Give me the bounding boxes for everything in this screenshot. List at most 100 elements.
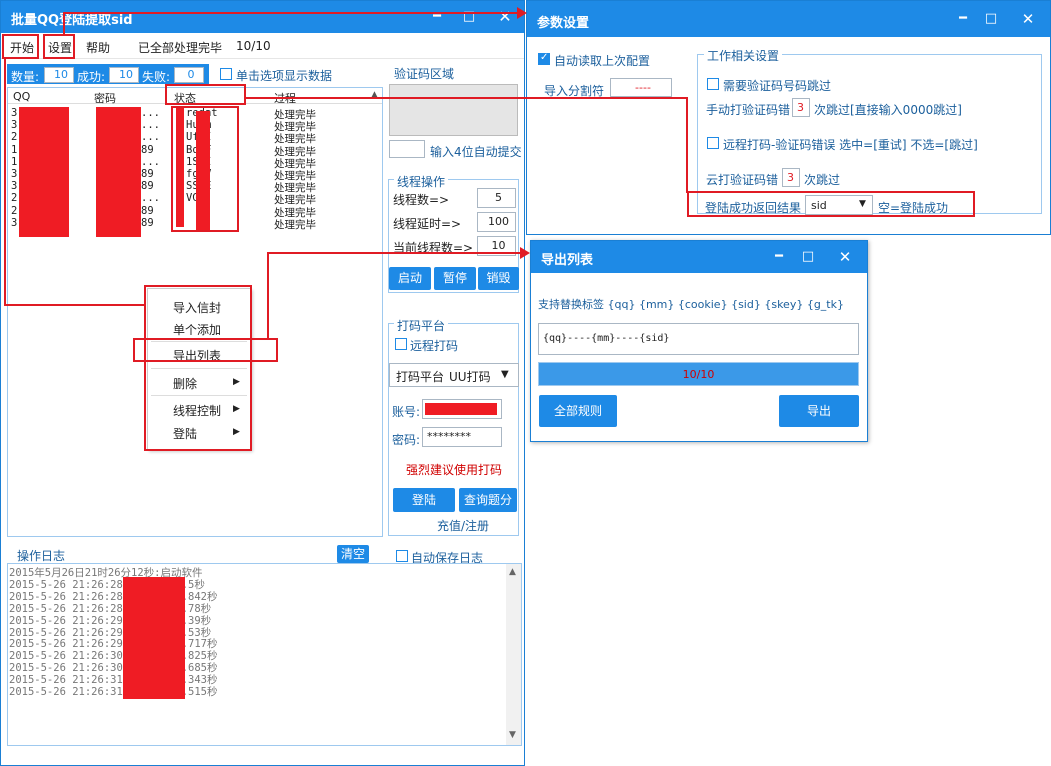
annot-login-result-box — [687, 191, 975, 217]
row-qq: 2 — [11, 192, 18, 205]
row-process: 处理完毕 — [274, 206, 316, 219]
close-icon[interactable]: ✕ — [494, 7, 516, 27]
platform-select-value: UU打码 — [449, 370, 491, 384]
annot-start-box — [2, 34, 39, 59]
import-sep-input[interactable]: ---- — [610, 78, 672, 97]
minimize-icon[interactable]: ━ — [426, 7, 448, 27]
remote-captcha-retry-label: 远程打码-验证码错误 选中=[重试] 不选=[跳过] — [723, 138, 978, 152]
thread-delay-input[interactable]: 100 — [477, 212, 516, 232]
settings-close-icon[interactable]: ✕ — [1017, 9, 1039, 29]
log-scroll-down-icon[interactable]: ▼ — [509, 730, 516, 740]
annot-line-export-v — [267, 252, 269, 340]
row-password: ... — [141, 119, 160, 132]
annot-status-col-box — [171, 106, 239, 232]
annot-status-header-box — [165, 84, 246, 105]
log-clear-button[interactable]: 清空 — [337, 545, 369, 563]
single-click-label: 单击选项显示数据 — [236, 69, 333, 83]
settings-maximize-icon[interactable]: □ — [980, 9, 1002, 29]
annot-export-item-box — [133, 338, 278, 362]
annot-arrow-settings-icon — [517, 7, 527, 19]
platform-dropdown-icon[interactable]: ▼ — [501, 369, 509, 380]
row-password: 89 — [141, 180, 154, 193]
settings-titlebar[interactable]: 参数设置 ━ □ ✕ — [527, 1, 1050, 37]
platform-warning: 强烈建议使用打码 — [406, 463, 503, 477]
success-label: 成功: — [77, 70, 106, 84]
export-titlebar[interactable]: 导出列表 ━ □ ✕ — [531, 241, 867, 273]
export-button[interactable]: 导出 — [779, 395, 859, 427]
export-close-icon[interactable]: ✕ — [834, 247, 856, 267]
fail-field: 0 — [174, 67, 204, 83]
platform-query-button[interactable]: 查询题分 — [459, 488, 517, 512]
export-tags-label: 支持替换标签 {qq} {mm} {cookie} {sid} {skey} {… — [538, 298, 844, 311]
menu-help[interactable]: 帮助 — [86, 39, 110, 56]
captcha-input[interactable] — [389, 140, 425, 158]
password-input[interactable]: ******** — [422, 427, 502, 447]
need-captcha-skip-label: 需要验证码号码跳过 — [723, 79, 832, 93]
annot-settings-box — [43, 34, 75, 59]
all-rules-button[interactable]: 全部规则 — [539, 395, 617, 427]
thread-delay-label: 线程延时=> — [393, 217, 462, 231]
thread-pause-button[interactable]: 暂停 — [434, 267, 476, 290]
export-title: 导出列表 — [541, 253, 594, 268]
manual-captcha-input[interactable]: 3 — [792, 98, 810, 117]
thread-start-button[interactable]: 启动 — [389, 267, 431, 290]
fail-label: 失败: — [142, 70, 171, 84]
col-header-qq[interactable]: QQ — [13, 90, 30, 103]
row-qq: 3 — [11, 107, 18, 119]
count-field: 10 — [44, 67, 74, 83]
log-scrollbar[interactable] — [506, 564, 521, 745]
platform-login-button[interactable]: 登陆 — [393, 488, 455, 512]
single-click-checkbox[interactable] — [220, 68, 232, 80]
need-captcha-skip-checkbox[interactable] — [707, 78, 719, 90]
settings-minimize-icon[interactable]: ━ — [952, 9, 974, 29]
maximize-icon[interactable]: □ — [458, 7, 480, 27]
export-template-input[interactable]: {qq}----{mm}----{sid} — [538, 323, 859, 355]
auto-read-checkbox[interactable] — [538, 52, 550, 65]
cloud-captcha-suffix: 次跳过 — [804, 173, 841, 187]
row-password: 89 — [141, 143, 154, 156]
row-password: 89 — [141, 216, 154, 229]
export-window: 导出列表 ━ □ ✕ 支持替换标签 {qq} {mm} {cookie} {si… — [530, 240, 868, 442]
row-password: 89 — [141, 168, 154, 180]
captcha-title: 验证码区域 — [394, 67, 455, 81]
success-field: 10 — [109, 67, 139, 83]
thread-destroy-button[interactable]: 销毁 — [478, 267, 519, 290]
platform-title: 打码平台 — [394, 317, 449, 334]
row-qq: 3 — [11, 119, 18, 132]
annot-line-left-v — [4, 58, 6, 306]
redaction-qq — [19, 107, 69, 237]
remote-captcha-retry-checkbox[interactable] — [707, 137, 719, 149]
main-titlebar[interactable]: 批量QQ登陆提取sid ━ □ ✕ — [1, 1, 524, 33]
redaction-password — [96, 107, 141, 237]
row-qq: 1 — [11, 155, 18, 168]
annot-line-left-h — [4, 304, 146, 306]
cloud-captcha-label: 云打验证码错 — [706, 173, 779, 187]
auto-save-log-checkbox[interactable] — [396, 550, 408, 562]
thread-count-input[interactable]: 5 — [477, 188, 516, 208]
recharge-link[interactable]: 充值/注册 — [437, 517, 489, 534]
row-password: 89 — [141, 204, 154, 217]
log-scroll-up-icon[interactable]: ▲ — [509, 567, 516, 577]
threads-title: 线程操作 — [394, 173, 449, 190]
annot-line-settings-v — [63, 12, 65, 36]
annot-arrow-export-icon — [520, 247, 530, 259]
log-title: 操作日志 — [17, 549, 66, 563]
col-header-password[interactable]: 密码 — [94, 90, 116, 106]
row-process: 处理完毕 — [274, 194, 316, 207]
captcha-auto-submit: 输入4位自动提交 — [430, 145, 522, 159]
row-process: 处理完毕 — [274, 157, 316, 170]
platform-select-label: 打码平台 — [396, 370, 445, 384]
row-password: ... — [141, 192, 160, 205]
export-maximize-icon[interactable]: □ — [797, 247, 819, 267]
annot-context-menu-box — [144, 285, 252, 451]
annot-line-status-v — [686, 97, 688, 193]
row-process: 处理完毕 — [274, 170, 316, 182]
redaction-account — [425, 403, 497, 415]
row-process: 处理完毕 — [274, 133, 316, 146]
redaction-log — [123, 577, 185, 699]
export-minimize-icon[interactable]: ━ — [768, 247, 790, 267]
manual-captcha-label: 手动打验证码错 — [706, 103, 791, 117]
thread-count-label: 线程数=> — [393, 193, 450, 207]
remote-captcha-checkbox[interactable] — [395, 338, 407, 350]
cloud-captcha-input[interactable]: 3 — [782, 168, 800, 187]
